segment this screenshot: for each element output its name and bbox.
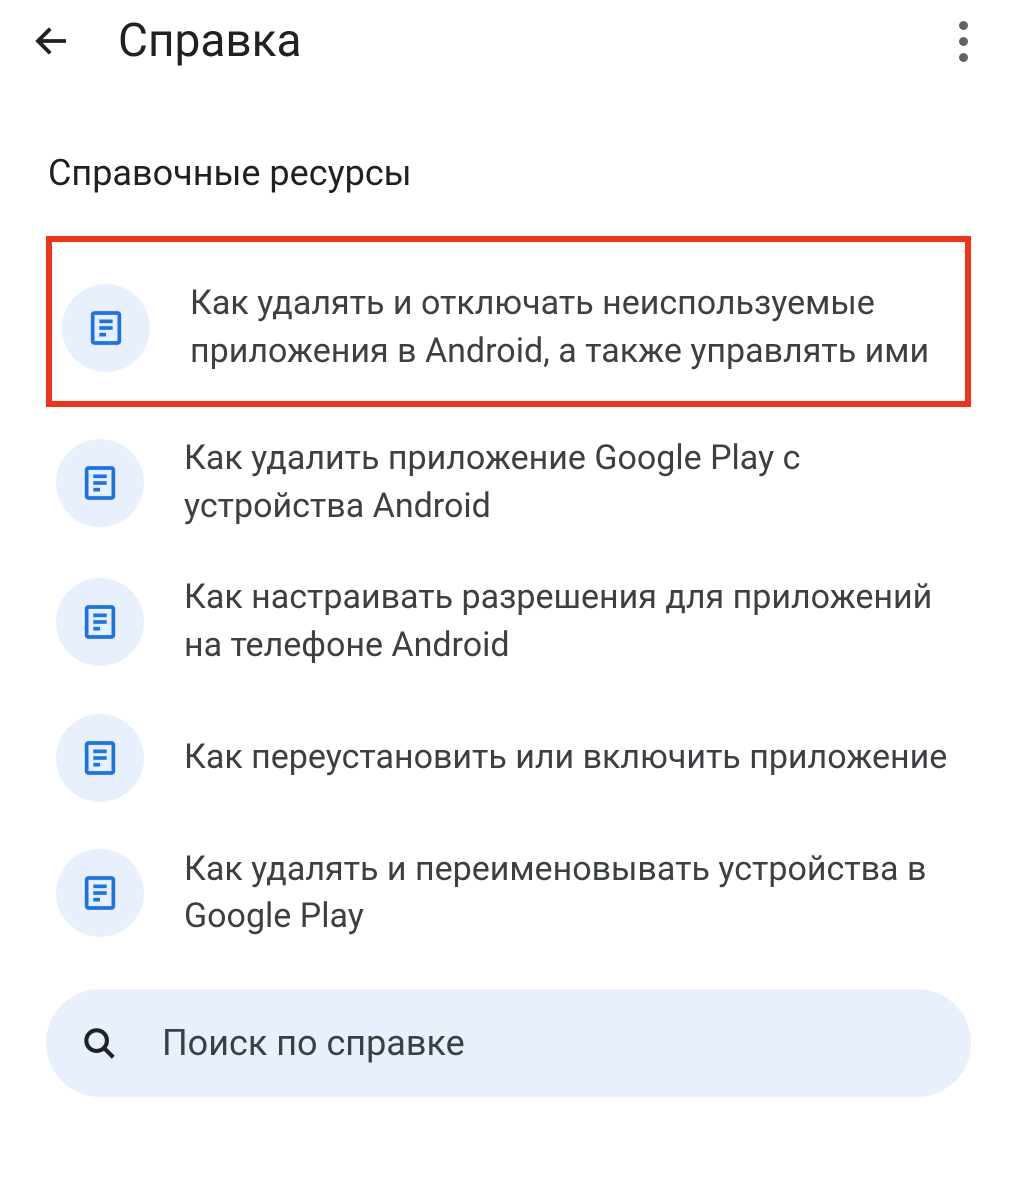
article-icon	[86, 308, 126, 348]
help-article-item[interactable]: Как удалить приложение Google Play c уст…	[46, 413, 971, 552]
help-article-item[interactable]: Как настраивать разрешения для приложени…	[46, 552, 971, 691]
article-icon-container	[56, 714, 144, 802]
search-input[interactable]: Поиск по справке	[46, 989, 971, 1097]
help-article-item[interactable]: Как переустановить или включить приложен…	[46, 692, 971, 824]
article-icon	[80, 602, 120, 642]
help-article-label: Как удалять и отключать неиспользуемые п…	[190, 280, 955, 375]
article-icon	[80, 463, 120, 503]
more-vert-icon	[959, 21, 968, 62]
search-placeholder: Поиск по справке	[162, 1022, 465, 1064]
article-icon-container	[62, 284, 150, 372]
back-button[interactable]	[28, 17, 76, 65]
search-icon	[80, 1024, 118, 1062]
header: Справка	[0, 0, 1017, 82]
help-article-item[interactable]: Как удалять и отключать неиспользуемые п…	[46, 236, 971, 407]
help-article-item[interactable]: Как удалять и переименовывать устройства…	[46, 824, 971, 963]
article-icon-container	[56, 439, 144, 527]
article-icon-container	[56, 849, 144, 937]
article-icon	[80, 873, 120, 913]
more-menu-button[interactable]	[939, 17, 987, 65]
help-article-label: Как настраивать разрешения для приложени…	[184, 574, 961, 669]
help-article-label: Как удалять и переименовывать устройства…	[184, 846, 961, 941]
article-icon-container	[56, 578, 144, 666]
page-title: Справка	[118, 14, 939, 68]
section-title: Справочные ресурсы	[48, 152, 971, 194]
arrow-back-icon	[31, 20, 73, 62]
help-articles-list: Как удалять и отключать неиспользуемые п…	[46, 236, 971, 963]
help-article-label: Как переустановить или включить приложен…	[184, 734, 947, 782]
help-article-label: Как удалить приложение Google Play c уст…	[184, 435, 961, 530]
article-icon	[80, 738, 120, 778]
